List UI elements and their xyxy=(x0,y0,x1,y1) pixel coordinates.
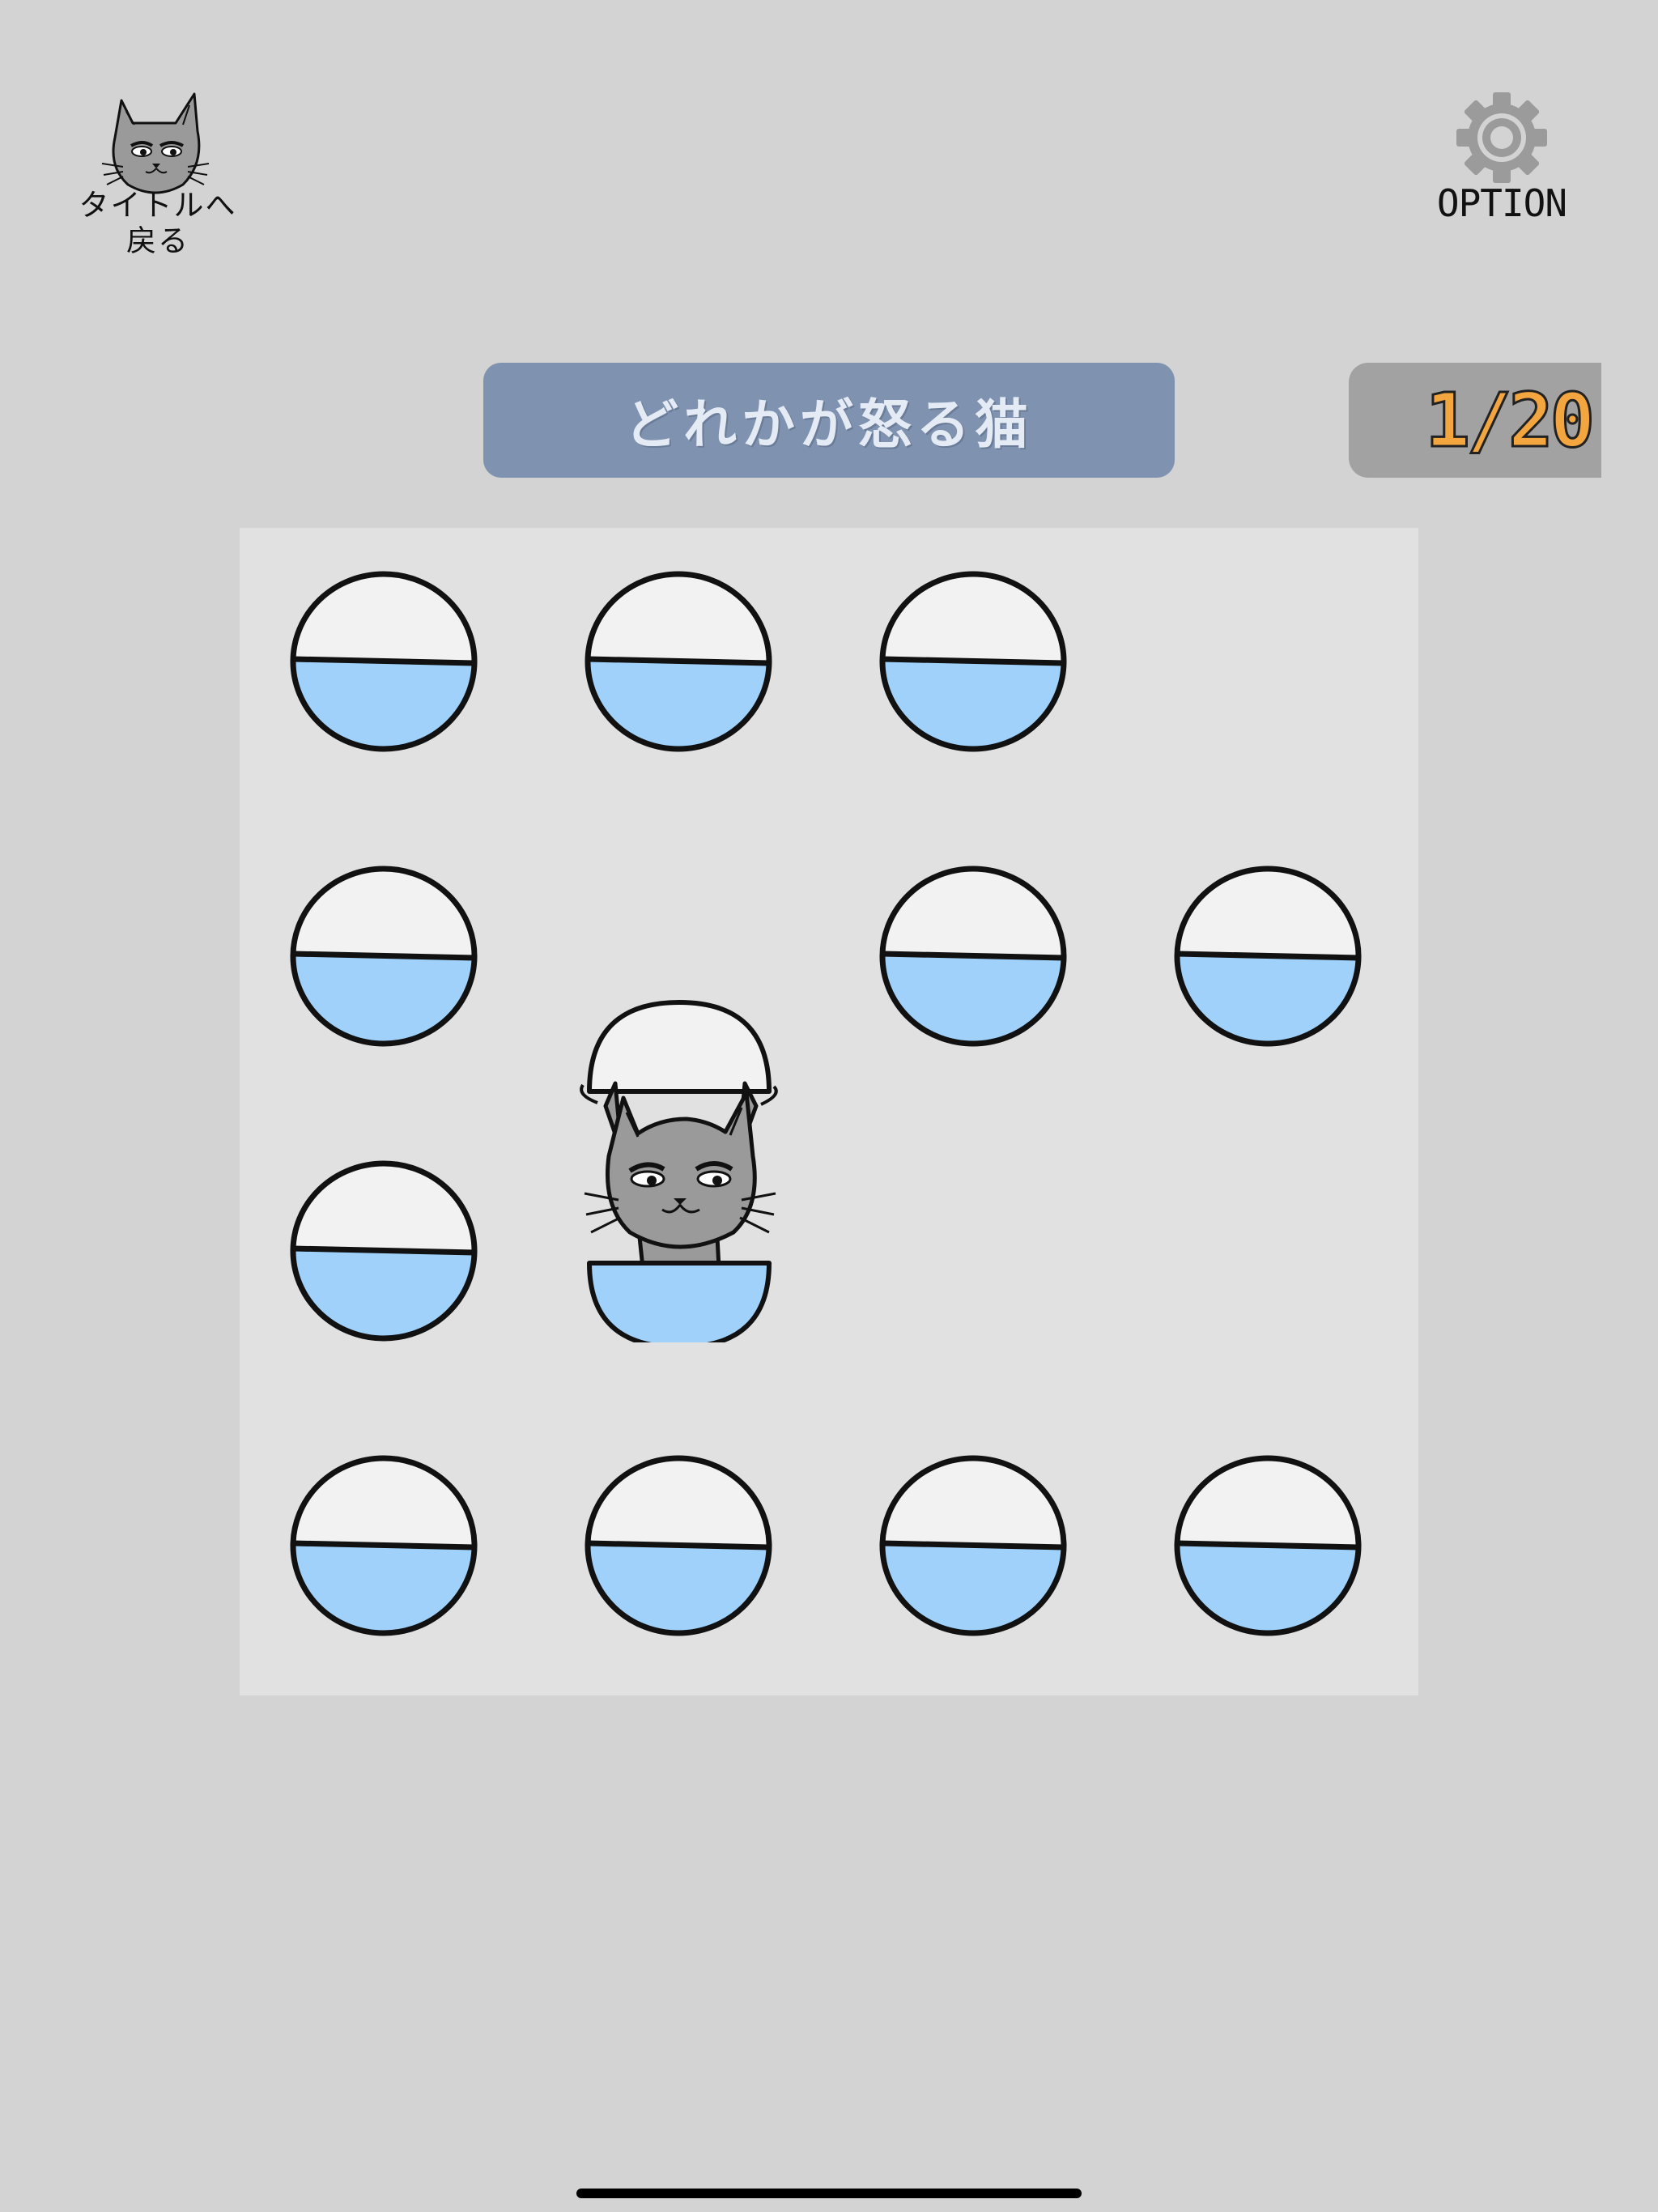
capsule-r1-c1[interactable] xyxy=(288,568,479,755)
game-title: どれかが怒る猫 xyxy=(625,393,1033,456)
back-to-title-label: タイトルへ戻る xyxy=(79,188,237,258)
capsule-r1-c3[interactable] xyxy=(878,568,1069,755)
back-to-title-button[interactable]: タイトルへ戻る xyxy=(65,89,251,263)
capsule-r2-c4[interactable] xyxy=(1172,863,1363,1049)
capsule-r4-c1[interactable] xyxy=(288,1453,479,1639)
capsule-r2-c3[interactable] xyxy=(878,863,1069,1049)
home-indicator xyxy=(576,2189,1082,2198)
counter-text: 1/20 xyxy=(1424,376,1596,465)
capsule-r2-c1[interactable] xyxy=(288,863,479,1049)
progress-counter: 1/20 xyxy=(1349,363,1601,478)
grumpy-cat-icon xyxy=(101,92,210,194)
capsule-r4-c3[interactable] xyxy=(878,1453,1069,1639)
capsule-r1-c2[interactable] xyxy=(583,568,774,755)
capsule-r4-c4[interactable] xyxy=(1172,1453,1363,1639)
game-title-banner: どれかが怒る猫 xyxy=(483,363,1175,478)
opened-capsule-cat[interactable] xyxy=(573,994,785,1342)
gear-icon xyxy=(1456,92,1547,183)
game-board xyxy=(240,528,1418,1695)
option-button[interactable]: OPTION xyxy=(1425,91,1579,236)
capsule-r3-c1[interactable] xyxy=(288,1158,479,1344)
option-label: OPTION xyxy=(1436,181,1567,225)
capsule-r4-c2[interactable] xyxy=(583,1453,774,1639)
